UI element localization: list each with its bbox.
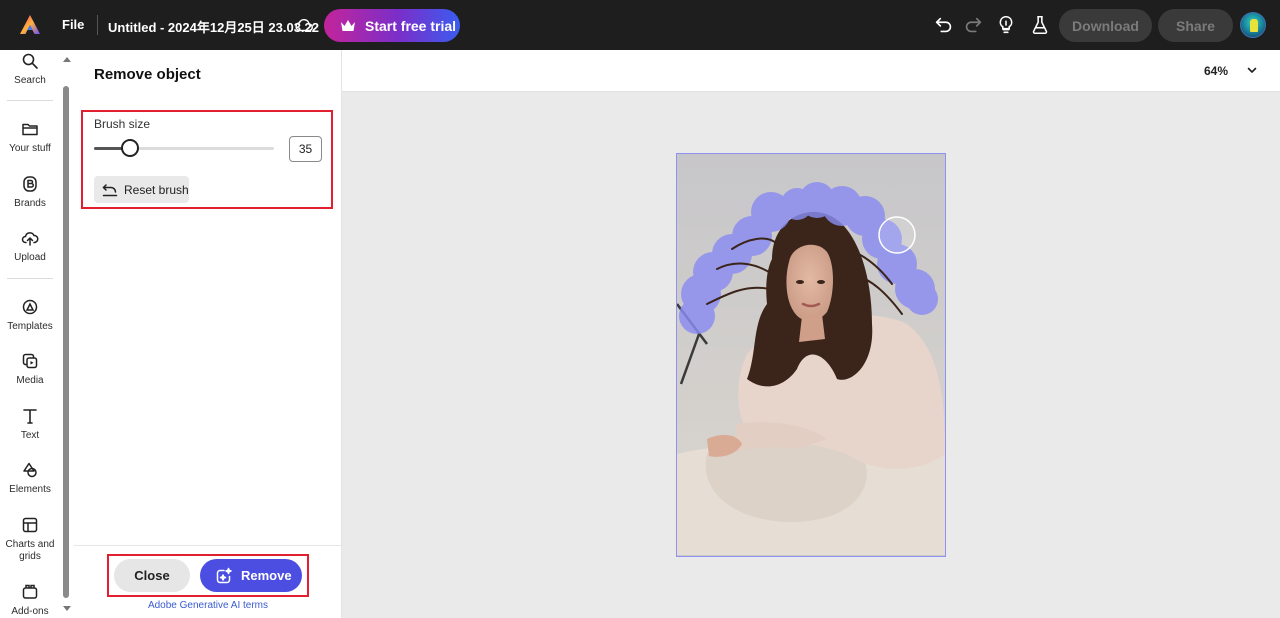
- brush-size-slider-thumb[interactable]: [121, 139, 139, 157]
- rail-item-text[interactable]: Text: [0, 407, 60, 442]
- scroll-up-arrow-icon[interactable]: [63, 57, 71, 62]
- rail-divider: [7, 100, 53, 101]
- rail-item-upload[interactable]: Upload: [0, 229, 60, 264]
- close-button[interactable]: Close: [114, 559, 190, 592]
- rail-item-media[interactable]: Media: [0, 352, 60, 387]
- rail-item-brands[interactable]: Brands: [0, 175, 60, 210]
- reset-brush-label: Reset brush: [124, 182, 189, 197]
- reset-brush-button[interactable]: Reset brush: [94, 176, 189, 203]
- rail-divider: [7, 278, 53, 279]
- remove-label: Remove: [241, 568, 292, 583]
- scroll-down-arrow-icon[interactable]: [63, 606, 71, 611]
- artboard[interactable]: [676, 153, 946, 557]
- elements-icon: [23, 462, 37, 478]
- brush-size-input[interactable]: [289, 136, 322, 162]
- user-avatar[interactable]: [1240, 12, 1266, 38]
- rail-item-label: Text: [20, 430, 40, 441]
- rail-item-search[interactable]: Search: [0, 52, 60, 87]
- canvas-toolbar: 64%: [342, 50, 1280, 92]
- rail-item-label: Elements: [9, 484, 51, 495]
- rail-item-label: Search: [14, 75, 46, 86]
- rail-item-label: Your stuff: [9, 143, 51, 154]
- panel-title: Remove object: [94, 66, 201, 83]
- beaker-icon[interactable]: [1029, 14, 1051, 36]
- lightbulb-icon[interactable]: [995, 14, 1017, 36]
- top-bar: File Untitled - 2024年12月25日 23.03.22 Sta…: [0, 0, 1280, 50]
- rail-item-elements[interactable]: Elements: [0, 461, 60, 496]
- brand-icon: [23, 176, 37, 192]
- rail-item-label: Templates: [7, 321, 53, 332]
- upload-icon: [21, 232, 39, 246]
- cloud-sync-icon[interactable]: [293, 14, 315, 36]
- chevron-down-icon[interactable]: [1246, 64, 1258, 76]
- share-button[interactable]: Share: [1158, 9, 1233, 42]
- crown-icon: [341, 19, 355, 31]
- rail-scrollbar-thumb[interactable]: [63, 86, 69, 598]
- text-icon: [23, 409, 37, 424]
- search-icon: [22, 53, 38, 69]
- reset-icon: [102, 183, 118, 196]
- rail-item-your-stuff[interactable]: Your stuff: [0, 120, 60, 155]
- rail-item-label: Upload: [14, 252, 46, 263]
- generative-ai-terms-link[interactable]: Adobe Generative AI terms: [74, 600, 342, 611]
- rail-item-add-ons[interactable]: Add-ons: [0, 583, 60, 618]
- adobe-express-logo-icon[interactable]: [18, 13, 42, 37]
- rail-item-label: Add-ons: [11, 606, 49, 617]
- rail-item-label: Charts and grids: [5, 539, 55, 562]
- templates-icon: [22, 299, 38, 315]
- document-title[interactable]: Untitled - 2024年12月25日 23.03.22: [108, 17, 319, 36]
- rail-item-label: Brands: [14, 198, 46, 209]
- start-free-trial-button[interactable]: Start free trial: [324, 9, 460, 42]
- topbar-divider: [97, 15, 98, 35]
- panel-footer-divider: [74, 545, 342, 546]
- remove-button[interactable]: Remove: [200, 559, 302, 592]
- magic-eraser-icon: [216, 567, 232, 583]
- start-free-trial-label: Start free trial: [365, 17, 457, 34]
- remove-object-panel: Remove object Brush size Reset brush Clo…: [74, 50, 342, 618]
- download-button[interactable]: Download: [1059, 9, 1152, 42]
- zoom-level[interactable]: 64%: [1204, 64, 1228, 78]
- charts-icon: [22, 517, 38, 533]
- folder-icon: [22, 123, 38, 136]
- addons-icon: [22, 584, 38, 599]
- undo-icon[interactable]: [933, 14, 955, 36]
- portrait-photo[interactable]: [677, 154, 945, 555]
- rail-item-templates[interactable]: Templates: [0, 298, 60, 333]
- media-icon: [22, 353, 38, 369]
- brush-size-label: Brush size: [94, 117, 151, 131]
- file-menu[interactable]: File: [62, 17, 84, 32]
- redo-icon[interactable]: [962, 14, 984, 36]
- rail-item-label: Media: [16, 375, 44, 386]
- rail-item-charts-and-grids[interactable]: Charts and grids: [0, 516, 60, 563]
